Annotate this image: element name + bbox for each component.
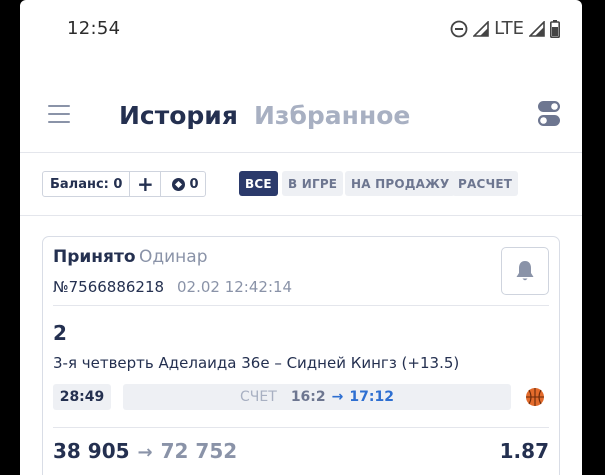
status-icons: LTE	[450, 18, 560, 39]
coins-balance: 0	[161, 172, 205, 196]
arrow-right-icon: →	[331, 389, 344, 405]
bet-odds: 1.87	[499, 439, 549, 463]
header: История Избранное	[20, 85, 582, 150]
bell-icon	[516, 261, 534, 281]
network-type: LTE	[494, 18, 524, 39]
bet-number: №7566886218	[53, 278, 165, 296]
signal-icon	[529, 20, 545, 37]
do-not-disturb-icon	[450, 20, 468, 37]
status-time: 12:54	[67, 18, 121, 39]
coin-icon	[172, 177, 186, 191]
bet-card[interactable]: Принято Одинар №7566886218 02.02 12:42:1…	[42, 236, 560, 475]
tab-favorites[interactable]: Избранное	[254, 101, 410, 130]
bet-type: Одинар	[139, 247, 208, 267]
basketball-icon	[526, 388, 544, 406]
balance-widget: Баланс: 0 + 0	[42, 171, 207, 197]
score-old: 16:2	[290, 389, 326, 405]
divider	[53, 427, 549, 428]
score-bar: СЧЕТ 16:2 → 17:12	[123, 384, 511, 410]
game-timer: 28:49	[53, 384, 111, 410]
event-title: 3-я четверть Аделаида 36е – Сидней Кингз…	[53, 354, 460, 372]
divider	[20, 152, 582, 153]
bet-status: Принято	[53, 247, 136, 267]
filter-all[interactable]: ВСЕ	[239, 171, 278, 196]
add-balance-button[interactable]: +	[130, 172, 162, 196]
bet-datetime: 02.02 12:42:14	[177, 278, 293, 296]
divider	[20, 215, 582, 216]
toggle-icon[interactable]	[538, 100, 560, 128]
bet-amount: 38 905 → 72 752	[53, 439, 237, 463]
balance-label: Баланс: 0	[43, 172, 131, 196]
hamburger-icon[interactable]	[48, 105, 70, 125]
app-screen: 12:54 LTE История Избранное Баланс: 0 + …	[20, 0, 582, 475]
filter-for-sale[interactable]: НА ПРОДАЖУ	[345, 171, 456, 196]
battery-icon	[550, 19, 560, 38]
tab-history[interactable]: История	[119, 101, 238, 130]
arrow-right-icon: →	[137, 442, 153, 463]
payout-value: 72 752	[160, 439, 238, 463]
score-label: СЧЕТ	[240, 389, 277, 405]
signal-icon	[473, 20, 489, 37]
bet-count: 2	[53, 321, 67, 345]
filter-live[interactable]: В ИГРЕ	[282, 171, 344, 196]
score-current: 17:12	[349, 389, 394, 405]
coins-value: 0	[189, 176, 199, 192]
stake-value: 38 905	[53, 439, 130, 463]
filter-settled[interactable]: РАСЧЕТ	[452, 171, 519, 196]
notification-button[interactable]	[501, 247, 549, 295]
status-bar: 12:54 LTE	[20, 0, 582, 58]
divider	[53, 305, 549, 306]
filter-bar: Баланс: 0 + 0 ВСЕ В ИГРЕ НА ПРОДАЖУ РАСЧ…	[20, 170, 582, 198]
